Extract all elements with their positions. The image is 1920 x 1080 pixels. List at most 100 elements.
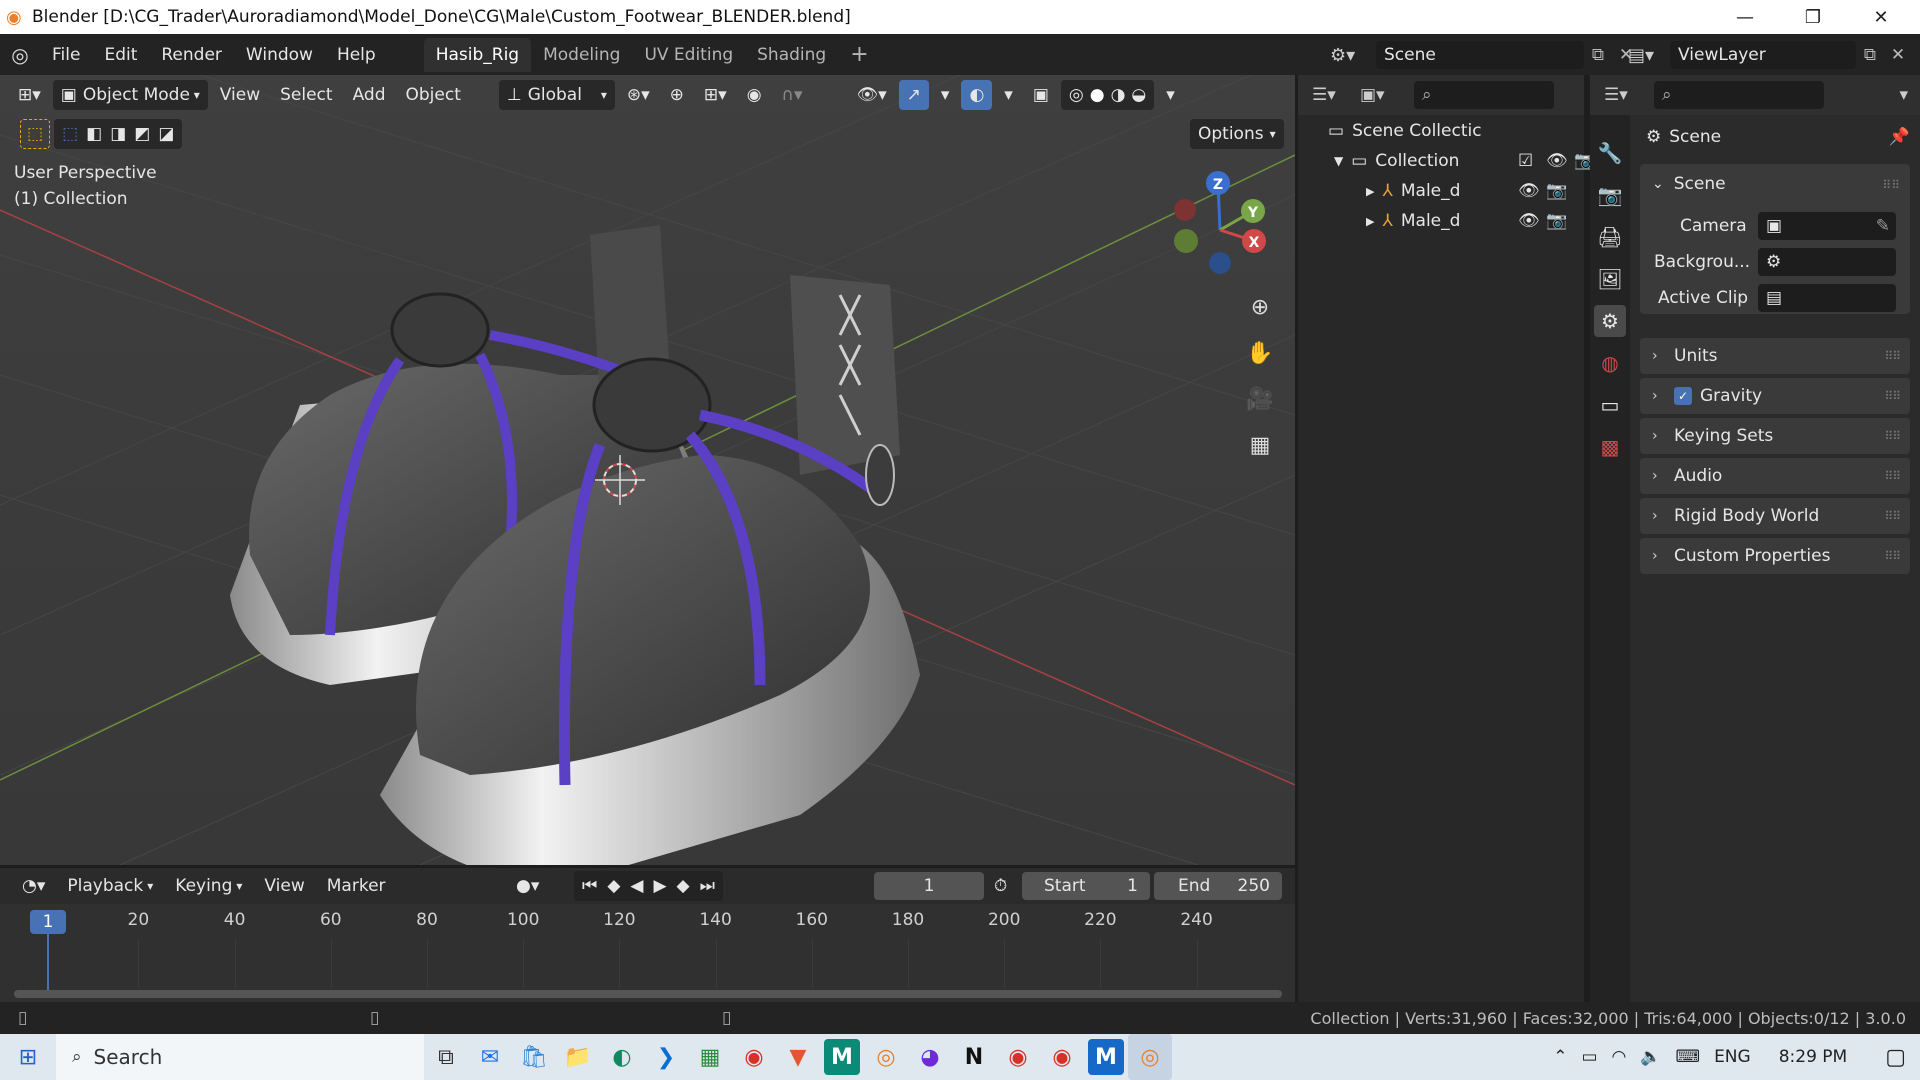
viewlayer-icon[interactable]: ▤▾	[1628, 45, 1670, 66]
units-panel[interactable]: › Units ⠿⠿	[1640, 338, 1910, 374]
menu-edit[interactable]: Edit	[92, 45, 149, 65]
mode-dropdown[interactable]: ▣ Object Mode ▾	[52, 80, 208, 110]
menu-marker[interactable]: Marker	[319, 871, 394, 901]
menu-render[interactable]: Render	[149, 45, 234, 65]
minimize-button[interactable]: —	[1716, 0, 1774, 34]
select-new-icon[interactable]: ⬚	[62, 124, 78, 144]
drag-handle-icon[interactable]: ⠿⠿	[1884, 469, 1901, 483]
snap-target-icon[interactable]: ⊞▾	[696, 80, 735, 110]
keying-menu[interactable]: Keying ▾	[167, 871, 250, 901]
eye-icon[interactable]: 👁	[1518, 211, 1540, 231]
task-view-icon[interactable]: ⧉	[428, 1039, 464, 1075]
playback-menu[interactable]: Playback ▾	[59, 871, 161, 901]
custom-properties-panel[interactable]: › Custom Properties ⠿⠿	[1640, 538, 1910, 574]
outliner-row-scene-collection[interactable]: ▭ Scene Collectic	[1328, 121, 1482, 141]
snap-icon[interactable]: ⊕	[662, 80, 692, 110]
xray-icon[interactable]: ▣	[1025, 80, 1057, 110]
tab-uv-editing[interactable]: UV Editing	[632, 38, 745, 72]
gizmo-dropdown-icon[interactable]: ▾	[933, 80, 958, 110]
tray-chevron-icon[interactable]: ⌃	[1553, 1047, 1567, 1067]
options-dropdown[interactable]: Options ▾	[1190, 119, 1284, 149]
material-shading-icon[interactable]: ◑	[1111, 85, 1126, 105]
wireframe-shading-icon[interactable]: ◎	[1069, 85, 1084, 105]
restore-button[interactable]: ❐	[1784, 0, 1842, 34]
close-window-button[interactable]: ✕	[1852, 0, 1910, 34]
notion-icon[interactable]: N	[956, 1039, 992, 1075]
chrome-icon[interactable]: ◉	[736, 1039, 772, 1075]
edge-browser-icon[interactable]: ◐	[604, 1039, 640, 1075]
proportional-edit-icon[interactable]: ◉	[739, 80, 770, 110]
eye-icon[interactable]: 👁	[1546, 151, 1568, 171]
play-reverse-icon[interactable]: ◀	[630, 876, 643, 896]
language-indicator[interactable]: ENG	[1714, 1047, 1751, 1067]
rigid-body-world-panel[interactable]: › Rigid Body World ⠿⠿	[1640, 498, 1910, 534]
overlay-toggle-icon[interactable]: ◐	[961, 80, 993, 110]
camera-render-icon[interactable]: 📷	[1546, 211, 1567, 231]
output-tab-icon[interactable]: 🖨	[1594, 221, 1626, 253]
current-frame-field[interactable]: 1	[874, 872, 984, 900]
pan-hand-icon[interactable]: ✋	[1240, 333, 1280, 373]
active-clip-field[interactable]: ▤	[1758, 284, 1896, 312]
overlay-dropdown-icon[interactable]: ▾	[996, 80, 1021, 110]
prev-keyframe-icon[interactable]: ◆	[607, 876, 620, 896]
chrome-profile-icon[interactable]: ◉	[1000, 1039, 1036, 1075]
camera-view-icon[interactable]: 🎥	[1240, 379, 1280, 419]
end-frame-field[interactable]: End 250	[1154, 872, 1282, 900]
properties-search-input[interactable]: ⌕	[1654, 81, 1824, 109]
volume-icon[interactable]: 🔈	[1640, 1047, 1661, 1067]
editor-type-icon[interactable]: ☰▾	[1604, 85, 1644, 105]
delete-viewlayer-icon[interactable]: ✕	[1884, 45, 1912, 65]
keying-sets-panel[interactable]: › Keying Sets ⠿⠿	[1640, 418, 1910, 454]
blender-app-icon[interactable]: ◎	[868, 1039, 904, 1075]
mail-icon[interactable]: ✉	[472, 1039, 508, 1075]
play-icon[interactable]: ▶	[653, 876, 666, 896]
falloff-icon[interactable]: ∩▾	[774, 80, 811, 110]
tab-modeling[interactable]: Modeling	[531, 38, 632, 72]
scene-tab-icon[interactable]: ⚙	[1594, 305, 1626, 337]
timeline-scrollbar[interactable]	[14, 990, 1282, 998]
pivot-point-icon[interactable]: ⊛▾	[619, 80, 658, 110]
chrome-profile-2-icon[interactable]: ◉	[1044, 1039, 1080, 1075]
viewlayer-name-field[interactable]: ViewLayer	[1670, 41, 1856, 69]
options-chevron-icon[interactable]: ▾	[1899, 85, 1908, 105]
menu-object[interactable]: Object	[398, 80, 469, 110]
editor-type-icon[interactable]: ⊞▾	[10, 80, 49, 110]
outliner-row-collection[interactable]: ▼ ▭ Collection ☑ 👁 📷	[1334, 151, 1595, 171]
brave-browser-icon[interactable]: ▼	[780, 1039, 816, 1075]
select-intersect-icon[interactable]: ◪	[158, 124, 174, 144]
drag-handle-icon[interactable]: ⠿⠿	[1882, 178, 1900, 192]
copy-viewlayer-icon[interactable]: ⧉	[1856, 45, 1884, 65]
file-explorer-icon[interactable]: 📁	[560, 1039, 596, 1075]
menu-help[interactable]: Help	[325, 45, 388, 65]
world-tab-icon[interactable]: ◍	[1594, 347, 1626, 379]
battery-icon[interactable]: ▭	[1581, 1047, 1597, 1067]
camera-render-icon[interactable]: 📷	[1546, 181, 1567, 201]
select-tool-icon[interactable]: ⬚	[20, 119, 51, 149]
drag-handle-icon[interactable]: ⠿⠿	[1884, 549, 1901, 563]
drag-handle-icon[interactable]: ⠿⠿	[1884, 389, 1901, 403]
menu-view[interactable]: View	[256, 871, 312, 901]
spreadsheet-app-icon[interactable]: ▦	[692, 1039, 728, 1075]
expand-arrow-icon[interactable]: ▼	[1334, 154, 1343, 168]
expand-arrow-icon[interactable]: ▶	[1366, 185, 1374, 198]
copy-scene-icon[interactable]: ⧉	[1584, 45, 1612, 65]
drag-handle-icon[interactable]: ⠿⠿	[1884, 429, 1901, 443]
blender-active-icon[interactable]: ◎	[1128, 1034, 1172, 1080]
3d-viewport[interactable]: Z Y X ⊞▾ ▣ Object Mode ▾ View Select Add O…	[0, 75, 1295, 865]
background-field[interactable]: ⚙	[1758, 248, 1896, 276]
m-app-2-icon[interactable]: M	[1088, 1039, 1124, 1075]
tab-hasib-rig[interactable]: Hasib_Rig	[423, 37, 532, 72]
drag-handle-icon[interactable]: ⠿⠿	[1884, 349, 1901, 363]
render-tab-icon[interactable]: 📷	[1594, 179, 1626, 211]
solid-shading-icon[interactable]: ●	[1090, 85, 1105, 105]
tab-shading[interactable]: Shading	[745, 38, 838, 72]
eye-icon[interactable]: 👁	[1518, 181, 1540, 201]
display-mode-icon[interactable]: ☰▾	[1312, 85, 1352, 105]
zoom-icon[interactable]: ⊕	[1240, 287, 1280, 327]
drag-handle-icon[interactable]: ⠿⠿	[1884, 509, 1901, 523]
select-subtract-icon[interactable]: ◨	[110, 124, 126, 144]
keyboard-icon[interactable]: ⌨	[1676, 1047, 1701, 1067]
taskbar-search[interactable]: ⌕ Search	[56, 1034, 424, 1080]
playhead-marker[interactable]: 1	[30, 910, 66, 934]
eyedropper-icon[interactable]: ✎	[1876, 216, 1890, 236]
